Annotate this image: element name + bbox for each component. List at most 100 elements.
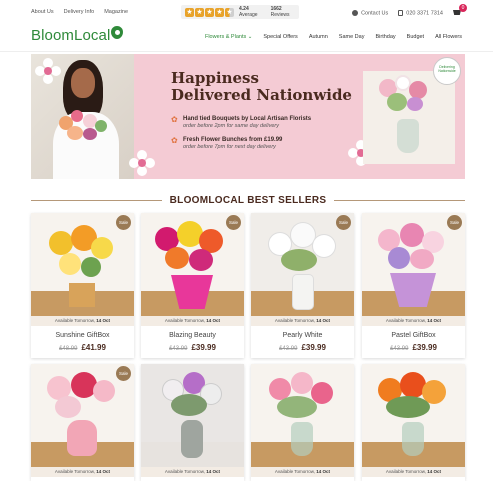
availability-date: 14 Oct bbox=[316, 318, 331, 323]
product-card[interactable]: Sale Available Tomorrow, 14 Oct Pearly W… bbox=[251, 213, 354, 358]
availability-date: 14 Oct bbox=[316, 469, 331, 474]
delivery-info-link[interactable]: Delivery Info bbox=[64, 9, 95, 15]
product-price: £43.99 £39.99 bbox=[362, 343, 465, 352]
sale-price: £39.99 bbox=[412, 343, 437, 352]
old-price: £43.99 bbox=[279, 346, 298, 352]
availability-prefix: Available Tomorrow, bbox=[164, 469, 206, 474]
product-card[interactable]: Available Tomorrow, 14 Oct bbox=[362, 364, 465, 481]
sale-price: £39.99 bbox=[301, 343, 326, 352]
product-image[interactable]: Sale bbox=[31, 364, 134, 467]
phone-link[interactable]: 020 3371 7314 bbox=[398, 10, 443, 17]
product-card[interactable]: Available Tomorrow, 14 Oct bbox=[141, 364, 244, 481]
hero-title: Happiness Delivered Nationwide bbox=[171, 70, 352, 104]
foliage-green bbox=[95, 120, 107, 132]
phone-number: 020 3371 7314 bbox=[406, 10, 443, 17]
daisy-decoration bbox=[129, 150, 155, 176]
reviews-widget[interactable]: ★ ★ ★ ★ ★ 4.24 Average 1662 Reviews bbox=[181, 5, 299, 19]
rating-stars: ★ ★ ★ ★ ★ bbox=[185, 7, 234, 17]
nav-flowers-plants[interactable]: Flowers & Plants ⌄ bbox=[205, 34, 252, 40]
divider bbox=[334, 199, 466, 201]
rating-text: 4.24 Average bbox=[239, 6, 266, 18]
product-card[interactable]: Sale Available Tomorrow, 14 Oct Blazing … bbox=[141, 213, 244, 358]
best-sellers-heading: BLOOMLOCAL BEST SELLERS bbox=[31, 193, 466, 207]
product-image[interactable] bbox=[251, 364, 354, 467]
flower-light-pink bbox=[55, 396, 81, 418]
product-card[interactable]: Available Tomorrow, 14 Oct bbox=[251, 364, 354, 481]
product-name[interactable]: Pearly White bbox=[251, 332, 354, 339]
availability: Available Tomorrow, 14 Oct bbox=[251, 467, 354, 477]
logo[interactable]: BloomLocal bbox=[31, 26, 124, 44]
product-name[interactable]: Pastel GiftBox bbox=[362, 332, 465, 339]
product-image[interactable]: Sale bbox=[31, 213, 134, 316]
product-card[interactable]: Sale Available Tomorrow, 14 Oct Pastel G… bbox=[362, 213, 465, 358]
availability-date: 14 Oct bbox=[206, 318, 221, 323]
site-header: BloomLocal Flowers & Plants ⌄ Special Of… bbox=[0, 24, 493, 52]
nav-all-flowers[interactable]: All Flowers bbox=[435, 34, 462, 40]
product-name[interactable]: Blazing Beauty bbox=[141, 332, 244, 339]
flower-pale-yellow bbox=[59, 253, 81, 275]
availability-prefix: Available Tomorrow, bbox=[164, 318, 206, 323]
product-image[interactable] bbox=[141, 364, 244, 467]
flower-pink bbox=[410, 249, 434, 269]
star-half-icon: ★ bbox=[225, 7, 234, 17]
product-image[interactable]: Sale bbox=[141, 213, 244, 316]
chevron-down-icon: ⌄ bbox=[247, 34, 253, 40]
daisy-center bbox=[138, 159, 146, 167]
giftbox bbox=[69, 283, 95, 307]
availability: Available Tomorrow, 14 Oct bbox=[31, 316, 134, 326]
contact-label: Contact Us bbox=[361, 10, 389, 17]
flower-rose bbox=[400, 223, 424, 247]
availability: Available Tomorrow, 14 Oct bbox=[141, 316, 244, 326]
daisy-decoration bbox=[35, 58, 61, 84]
flower-peach bbox=[67, 126, 83, 140]
top-utility-bar: About Us Delivery Info Magazine ★ ★ ★ ★ … bbox=[0, 0, 493, 24]
nav-birthday[interactable]: Birthday bbox=[375, 34, 395, 40]
nav-budget[interactable]: Budget bbox=[407, 34, 424, 40]
availability-prefix: Available Tomorrow, bbox=[54, 318, 96, 323]
flower-pink bbox=[93, 380, 115, 402]
flower-light-pink bbox=[291, 372, 313, 394]
availability: Available Tomorrow, 14 Oct bbox=[251, 316, 354, 326]
sale-badge: Sale bbox=[116, 215, 131, 230]
glass-vase bbox=[291, 422, 313, 456]
daisy-petal bbox=[145, 158, 155, 168]
hero-feature-sub: order before 7pm for next day delivery bbox=[183, 144, 276, 150]
nav-autumn[interactable]: Autumn bbox=[309, 34, 328, 40]
product-name[interactable]: Sunshine GiftBox bbox=[31, 332, 134, 339]
availability-prefix: Available Tomorrow, bbox=[385, 318, 427, 323]
flower-purple bbox=[83, 128, 97, 140]
product-image[interactable] bbox=[362, 364, 465, 467]
glass-vase bbox=[402, 422, 424, 456]
woman-face bbox=[71, 68, 95, 98]
hero-banner[interactable]: Happiness Delivered Nationwide ✿ Hand ti… bbox=[31, 54, 465, 179]
product-image[interactable]: Sale bbox=[251, 213, 354, 316]
cart-button[interactable]: 0 bbox=[453, 4, 467, 18]
product-card[interactable]: Sale Available Tomorrow, 14 Oct Sunshine… bbox=[31, 213, 134, 358]
old-price: £43.99 bbox=[169, 346, 188, 352]
section-title: BLOOMLOCAL BEST SELLERS bbox=[169, 194, 327, 206]
nav-same-day[interactable]: Same Day bbox=[339, 34, 365, 40]
location-pin-icon bbox=[111, 26, 124, 39]
foliage-green bbox=[171, 394, 207, 416]
magazine-link[interactable]: Magazine bbox=[104, 9, 128, 15]
availability-prefix: Available Tomorrow, bbox=[385, 469, 427, 474]
user-icon bbox=[352, 10, 359, 17]
daisy-center bbox=[44, 67, 52, 75]
contact-us-link[interactable]: Contact Us bbox=[352, 10, 389, 17]
sale-badge: Sale bbox=[226, 215, 241, 230]
reviews-label: Reviews bbox=[270, 12, 290, 18]
hero-feature-title: Fresh Flower Bunches from £19.99 bbox=[183, 137, 283, 143]
cart-count-badge: 0 bbox=[459, 4, 467, 12]
about-us-link[interactable]: About Us bbox=[31, 9, 54, 15]
reviews-text: 1662 Reviews bbox=[271, 6, 299, 18]
sale-badge: Sale bbox=[116, 366, 131, 381]
product-image[interactable]: Sale bbox=[362, 213, 465, 316]
nav-special-offers[interactable]: Special Offers bbox=[263, 34, 297, 40]
old-price: £48.99 bbox=[59, 346, 78, 352]
top-links: About Us Delivery Info Magazine bbox=[31, 9, 128, 15]
foliage-green bbox=[387, 93, 407, 111]
hero-title-line2: Delivered Nationwide bbox=[171, 86, 352, 104]
sale-price: £39.99 bbox=[191, 343, 216, 352]
sale-badge: Sale bbox=[447, 215, 462, 230]
product-card[interactable]: Sale Available Tomorrow, 14 Oct bbox=[31, 364, 134, 481]
